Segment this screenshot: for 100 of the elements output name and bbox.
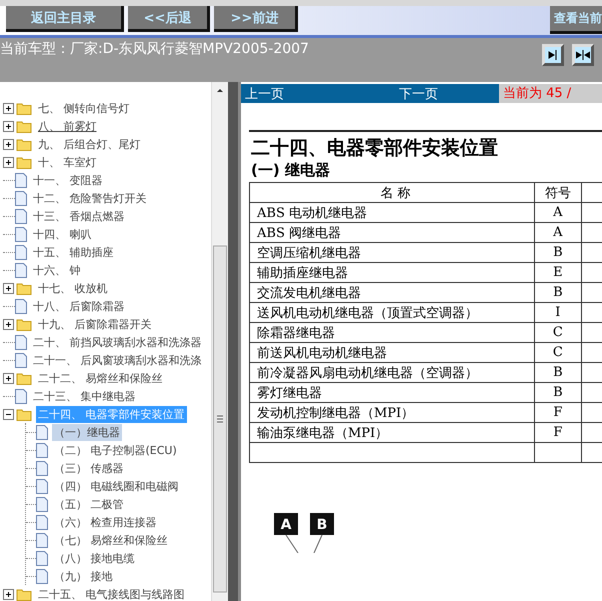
folder-icon <box>16 588 32 600</box>
page-icon <box>15 334 27 350</box>
table-cell: ABS 电动机继电器 <box>250 202 535 222</box>
section-heading: 二十四、电器零部件安装位置 <box>251 136 499 161</box>
tree-item[interactable]: （一）继电器 <box>52 424 122 440</box>
page-icon <box>15 226 27 242</box>
tree-item[interactable]: 十七、 收放机 <box>36 280 110 296</box>
expand-icon[interactable] <box>3 318 14 330</box>
callout-label: B <box>310 513 334 535</box>
arrow-to-bar-icon <box>547 49 559 61</box>
tree-item[interactable]: （七） 易熔丝和保险丝 <box>52 532 170 548</box>
table-cell: B <box>534 382 582 402</box>
page-icon <box>15 244 27 260</box>
folder-icon <box>16 120 32 132</box>
tree-item[interactable]: （六） 检查用连接器 <box>52 514 158 530</box>
folder-icon <box>16 372 32 384</box>
table-cell: F <box>534 422 582 442</box>
page-icon <box>36 478 48 494</box>
tree-item[interactable]: 二十、 前挡风玻璃刮水器和洗涤器 <box>31 334 204 350</box>
car-model-label: 当前车型：厂家:D-东风风行菱智MPV2005-2007 <box>0 40 310 58</box>
expand-icon[interactable] <box>3 588 14 600</box>
page-icon <box>15 190 27 206</box>
page-icon <box>36 460 48 476</box>
page-icon <box>36 442 48 458</box>
table-cell: E <box>534 262 582 282</box>
table-cell: 雾灯继电器 <box>250 382 535 402</box>
leader-line <box>286 534 322 553</box>
table-cell: I <box>534 302 582 322</box>
tree-item[interactable]: 二十三、 集中继电器 <box>31 388 138 404</box>
column-header: 符号 <box>534 182 582 202</box>
tree-item[interactable]: 十九、 后窗除霜器开关 <box>36 316 154 332</box>
tree-item[interactable]: （八） 接地电缆 <box>52 550 136 566</box>
tree-item[interactable]: 十四、 喇叭 <box>31 226 94 242</box>
page-icon <box>15 172 27 188</box>
folder-icon <box>16 318 32 330</box>
page-icon <box>15 208 27 224</box>
tree-item[interactable]: 八、 前雾灯 <box>36 118 98 134</box>
tree-item[interactable]: （五） 二极管 <box>52 496 126 512</box>
table-cell: A <box>534 222 582 242</box>
table-cell: B <box>534 242 582 262</box>
page-icon <box>36 424 48 440</box>
tree-item[interactable]: （三） 传感器 <box>52 460 126 476</box>
expand-icon[interactable] <box>3 282 14 294</box>
previous-page-link[interactable]: 上一页 <box>241 84 395 102</box>
tree-item[interactable]: 十、 车室灯 <box>36 154 98 170</box>
folder-icon <box>16 282 32 294</box>
expand-panel-button[interactable] <box>542 44 564 66</box>
table-cell: 送风机电动机继电器（顶置式空调器） <box>250 302 535 322</box>
expand-icon[interactable] <box>3 120 14 132</box>
tree-item[interactable]: 十一、 变阻器 <box>31 172 104 188</box>
table-cell: 前送风机电动机继电器 <box>250 342 535 362</box>
page-icon <box>36 496 48 512</box>
page-icon <box>36 568 48 584</box>
tree-item[interactable]: 二十二、 易熔丝和保险丝 <box>36 370 164 386</box>
tree-item[interactable]: 二十一、 后风窗玻璃刮水器和洗涤 <box>31 352 204 368</box>
folder-icon <box>16 156 32 168</box>
expand-icon[interactable] <box>3 372 14 384</box>
tree-item[interactable]: 十六、 钟 <box>31 262 82 278</box>
collapse-icon[interactable] <box>3 408 14 420</box>
table-cell: ABS 阀继电器 <box>250 222 535 242</box>
page-icon <box>15 298 27 314</box>
tree-item[interactable]: 十五、 辅助插座 <box>31 244 116 260</box>
callout-label: A <box>274 513 298 535</box>
table-cell: C <box>534 342 582 362</box>
tree-item[interactable]: （二） 电子控制器(ECU) <box>52 442 179 458</box>
table-cell: 前冷凝器风扇电动机继电器（空调器） <box>250 362 535 382</box>
folder-icon <box>16 408 32 420</box>
tree-item[interactable]: （九） 接地 <box>52 568 114 584</box>
page-icon <box>15 388 27 404</box>
subsection-heading: (一) 继电器 <box>251 161 331 180</box>
next-page-link[interactable]: 下一页 <box>395 84 499 102</box>
folder-icon <box>16 102 32 114</box>
page-icon <box>36 514 48 530</box>
tree-item[interactable]: 二十五、 电气接线图与线路图 <box>36 586 186 601</box>
tree-item[interactable]: 十三、 香烟点燃器 <box>31 208 126 224</box>
page-status: 当前为 45 / <box>499 84 602 103</box>
expand-icon[interactable] <box>3 102 14 114</box>
expand-icon[interactable] <box>3 138 14 150</box>
table-cell: F <box>534 402 582 422</box>
page-icon <box>15 352 27 368</box>
tree-item[interactable]: 十二、 危险警告灯开关 <box>31 190 148 206</box>
tree-item[interactable]: 十八、 后窗除霜器 <box>31 298 126 314</box>
scrollbar[interactable] <box>211 82 228 601</box>
tree-item[interactable]: 七、 侧转向信号灯 <box>36 100 132 116</box>
tree-item[interactable]: 九、 后组合灯、尾灯 <box>36 136 142 152</box>
folder-icon <box>16 138 32 150</box>
table-cell: C <box>534 322 582 342</box>
table-cell: A <box>534 202 582 222</box>
table-cell: 交流发电机继电器 <box>250 282 535 302</box>
page-icon <box>15 262 27 278</box>
table-cell: 辅助插座继电器 <box>250 262 535 282</box>
split-view-button[interactable] <box>572 44 594 66</box>
tree-item[interactable]: （四） 电磁线圈和电磁阀 <box>52 478 180 494</box>
arrows-to-bar-icon <box>576 49 590 61</box>
table-cell: B <box>534 362 582 382</box>
page-icon <box>36 532 48 548</box>
table-cell: 空调压缩机继电器 <box>250 242 535 262</box>
table-cell: 除霜器继电器 <box>250 322 535 342</box>
table-cell: 发动机控制继电器（MPI） <box>250 402 535 422</box>
expand-icon[interactable] <box>3 156 14 168</box>
